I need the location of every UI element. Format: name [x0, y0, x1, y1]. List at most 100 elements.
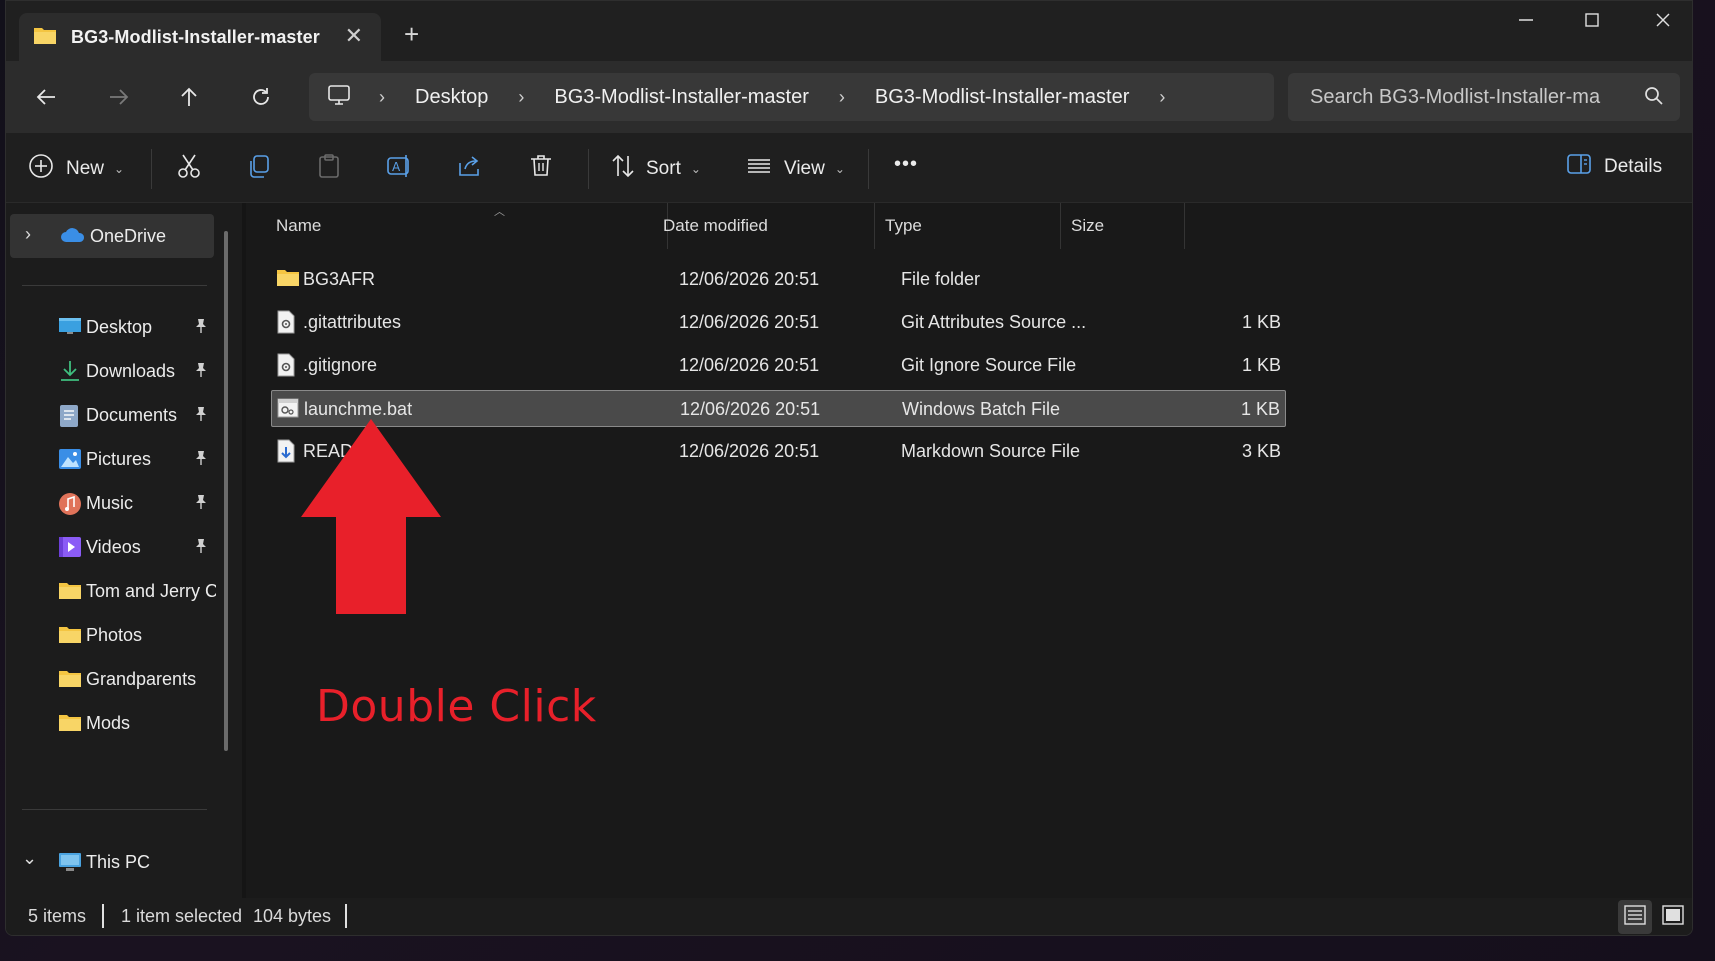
breadcrumb-desktop[interactable]: Desktop: [415, 86, 488, 109]
pin-icon[interactable]: [194, 318, 208, 337]
folder-icon: [276, 267, 300, 292]
copy-button[interactable]: [246, 153, 272, 185]
videos-icon: [58, 536, 82, 563]
column-header-date[interactable]: Date modified: [653, 203, 875, 249]
up-button[interactable]: [171, 79, 207, 115]
sidebar-item-videos[interactable]: Videos: [6, 525, 216, 569]
share-icon: [456, 153, 482, 185]
breadcrumb-folder-2[interactable]: BG3-Modlist-Installer-master: [875, 86, 1130, 109]
this-pc-icon[interactable]: [327, 84, 351, 111]
pin-icon[interactable]: [194, 538, 208, 557]
copy-icon: [246, 153, 272, 185]
file-type: Git Ignore Source File: [901, 355, 1077, 375]
sort-icon: [610, 153, 636, 185]
trash-icon: [528, 153, 554, 185]
details-label: Details: [1604, 156, 1663, 177]
sidebar-item-photos[interactable]: Photos: [6, 613, 216, 657]
selection-count: 1 item selected: [121, 906, 243, 926]
sidebar-item-downloads[interactable]: Downloads: [6, 349, 216, 393]
details-pane-button[interactable]: Details: [1566, 153, 1662, 181]
view-button[interactable]: View ⌄: [746, 153, 845, 185]
breadcrumb-chevron-icon[interactable]: ›: [1159, 87, 1165, 108]
scissors-icon: [176, 153, 202, 185]
file-row[interactable]: .gitattributes 12/06/2026 20:51 Git Attrib…: [271, 304, 1286, 341]
column-header-type[interactable]: Type: [875, 203, 1061, 249]
tiles-view-button[interactable]: [1656, 900, 1690, 934]
new-button[interactable]: New ⌄: [28, 153, 124, 185]
column-header-size[interactable]: Size: [1061, 203, 1185, 249]
folder-icon: [58, 624, 82, 649]
file-type: Git Attributes Source ...: [901, 312, 1087, 332]
search-icon[interactable]: [1644, 86, 1664, 111]
file-date-modified: 12/06/2026 20:51: [679, 355, 820, 375]
file-name: launchme.bat: [304, 399, 413, 419]
pin-icon[interactable]: [194, 406, 208, 425]
sidebar-item-pictures[interactable]: Pictures: [6, 437, 216, 481]
close-window-button[interactable]: [1643, 11, 1683, 34]
more-options-button[interactable]: •••: [894, 153, 918, 176]
folder-icon: [58, 668, 82, 693]
breadcrumb-chevron-icon[interactable]: ›: [379, 87, 385, 108]
file-name: .gitattributes: [303, 312, 402, 332]
pictures-icon: [58, 448, 82, 475]
file-explorer-window: BG3-Modlist-Installer-master ✕ + › Deskt…: [5, 0, 1693, 936]
navigation-bar: › Desktop › BG3-Modlist-Installer-master…: [6, 61, 1692, 133]
new-tab-button[interactable]: +: [404, 19, 419, 50]
sidebar-item-music[interactable]: Music: [6, 481, 216, 525]
tab-active[interactable]: BG3-Modlist-Installer-master ✕: [19, 13, 381, 61]
sidebar-item-label: This PC: [86, 852, 151, 872]
file-type: File folder: [901, 269, 981, 289]
breadcrumb-folder-1[interactable]: BG3-Modlist-Installer-master: [554, 86, 809, 109]
delete-button[interactable]: [528, 153, 554, 185]
breadcrumb-chevron-icon[interactable]: ›: [839, 87, 845, 108]
share-button[interactable]: [456, 153, 482, 185]
rename-button[interactable]: A: [386, 153, 414, 185]
chevron-down-icon[interactable]: ⌄: [22, 848, 37, 869]
paste-button[interactable]: [316, 153, 342, 185]
desktop-icon: [58, 316, 82, 341]
pin-icon[interactable]: [194, 362, 208, 381]
sidebar-item-tom-and-jerry-c[interactable]: Tom and Jerry C: [6, 569, 216, 613]
sidebar-item-grandparents[interactable]: Grandparents: [6, 657, 216, 701]
tab-title: BG3-Modlist-Installer-master: [71, 26, 320, 47]
breadcrumb-chevron-icon[interactable]: ›: [518, 87, 524, 108]
forward-button[interactable]: [101, 79, 137, 115]
sort-button[interactable]: Sort ⌄: [610, 153, 701, 185]
details-pane-icon: [1566, 153, 1592, 181]
file-date-modified: 12/06/2026 20:51: [679, 441, 820, 461]
sidebar-item-mods[interactable]: Mods: [6, 701, 216, 745]
tab-close-icon[interactable]: ✕: [345, 23, 363, 49]
folder-icon: [58, 580, 82, 605]
file-row[interactable]: .gitignore 12/06/2026 20:51 Git Ignore Sou…: [271, 347, 1286, 384]
file-date-modified: 12/06/2026 20:51: [680, 399, 821, 419]
sidebar-item-onedrive[interactable]: › OneDrive: [10, 214, 214, 258]
sidebar-item-documents[interactable]: Documents: [6, 393, 216, 437]
back-button[interactable]: [28, 79, 64, 115]
status-bar: 5 items 1 item selected 104 bytes: [6, 898, 1692, 935]
file-row[interactable]: BG3AFR 12/06/2026 20:51 File folder: [271, 261, 1286, 298]
sidebar-item-label: Photos: [86, 625, 143, 645]
minimize-button[interactable]: [1506, 11, 1546, 34]
address-bar[interactable]: › Desktop › BG3-Modlist-Installer-master…: [309, 73, 1274, 121]
file-type: Markdown Source File: [901, 441, 1081, 461]
tiles-view-icon: [1662, 904, 1684, 930]
search-input[interactable]: Search BG3-Modlist-Installer-ma: [1310, 86, 1630, 109]
toolbar-divider: [588, 149, 589, 189]
pin-icon[interactable]: [194, 494, 208, 513]
details-view-button[interactable]: [1618, 900, 1652, 934]
sidebar-item-this-pc[interactable]: ⌄ This PC: [6, 840, 216, 884]
title-bar: BG3-Modlist-Installer-master ✕ +: [6, 1, 1692, 61]
view-list-icon: [746, 153, 772, 185]
folder-icon: [58, 712, 82, 737]
selection-size: 104 bytes: [253, 906, 332, 926]
sidebar-item-desktop[interactable]: Desktop: [6, 305, 216, 349]
clipboard-icon: [316, 153, 342, 185]
search-box[interactable]: Search BG3-Modlist-Installer-ma: [1288, 73, 1680, 121]
pin-icon[interactable]: [194, 450, 208, 469]
sidebar-scrollbar[interactable]: [224, 231, 228, 751]
maximize-button[interactable]: [1572, 11, 1612, 34]
chevron-right-icon[interactable]: ›: [25, 224, 31, 245]
refresh-button[interactable]: [243, 79, 279, 115]
column-header-name[interactable]: Name: [266, 203, 668, 249]
cut-button[interactable]: [176, 153, 202, 185]
